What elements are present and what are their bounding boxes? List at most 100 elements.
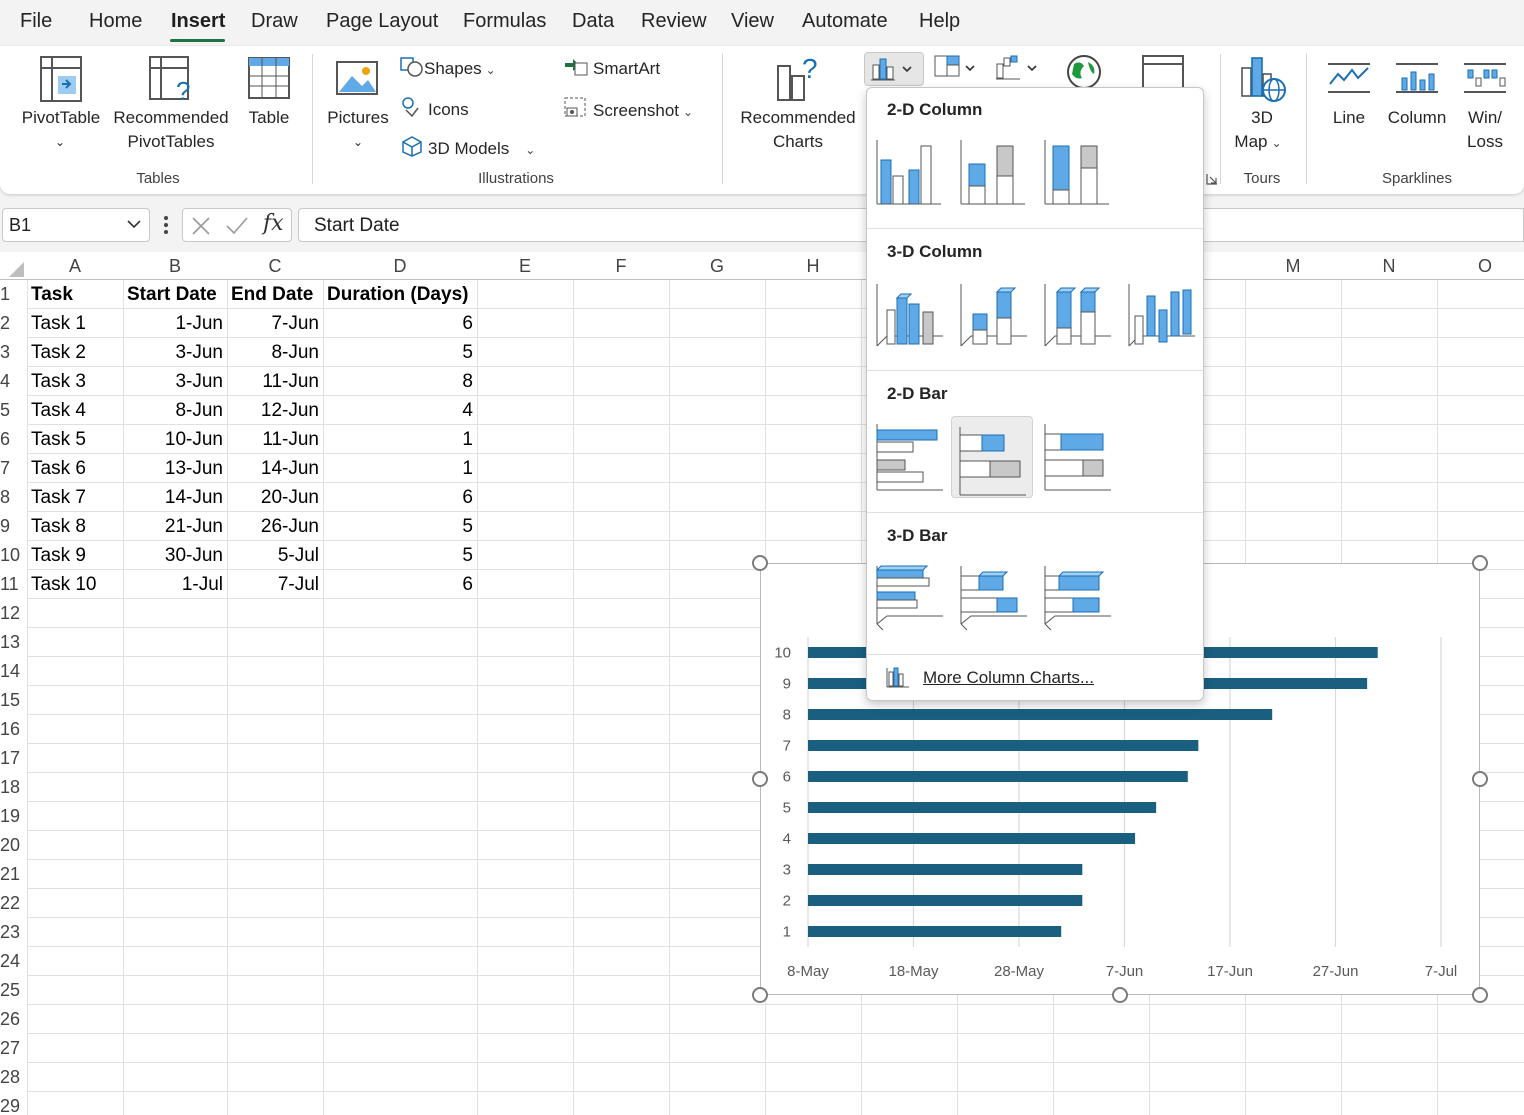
cell[interactable]: 8-Jun [123,396,227,425]
cell[interactable]: 3-Jun [123,338,227,367]
recommended-pivottables-icon[interactable]: ? [146,54,196,106]
column-header[interactable]: G [669,252,765,280]
resize-handle-right[interactable] [1472,771,1488,787]
cell[interactable]: 7-Jun [227,309,323,338]
cell[interactable]: Start Date [123,280,227,309]
row-header[interactable]: 23 [0,918,27,947]
tab-page-layout[interactable]: Page Layout [326,10,438,33]
column-header[interactable]: H [765,252,861,280]
3d-map-line1[interactable]: 3D [1232,106,1292,130]
maps-chart-button[interactable] [1064,52,1104,92]
sparkline-winloss-line1[interactable]: Win/ [1456,106,1514,130]
tab-home[interactable]: Home [89,10,142,33]
chart-bar[interactable] [808,926,1062,937]
column-chart-dropdown-button[interactable] [864,52,924,86]
cell[interactable]: Task 1 [27,309,123,338]
sparkline-winloss-icon[interactable] [1462,58,1508,98]
row-header[interactable]: 1 [0,280,27,309]
row-header[interactable]: 4 [0,367,27,396]
cell[interactable]: 14-Jun [227,454,323,483]
tab-view[interactable]: View [731,10,774,33]
cell[interactable]: 12-Jun [227,396,323,425]
cell[interactable]: Task 10 [27,570,123,599]
row-header[interactable]: 26 [0,1005,27,1034]
row-header[interactable]: 3 [0,338,27,367]
cell[interactable]: 8 [323,367,477,396]
3d-clustered-column-option[interactable] [873,272,949,352]
100-stacked-bar-option[interactable] [1041,416,1117,496]
tab-file[interactable]: File [20,10,52,33]
cell[interactable]: 11-Jun [227,367,323,396]
row-header[interactable]: 18 [0,773,27,802]
column-header[interactable]: O [1437,252,1524,280]
row-header[interactable]: 11 [0,570,27,599]
sparkline-line-button[interactable]: Line [1318,106,1380,130]
3d-clustered-bar-option[interactable] [873,556,949,636]
row-header[interactable]: 16 [0,715,27,744]
row-header[interactable]: 14 [0,657,27,686]
100-stacked-column-option[interactable] [1041,130,1117,210]
row-header[interactable]: 25 [0,976,27,1005]
row-header[interactable]: 21 [0,860,27,889]
sparkline-column-icon[interactable] [1394,58,1440,98]
shapes-button[interactable]: Shapes ⌄ [400,57,496,79]
chevron-down-icon[interactable] [127,215,141,236]
row-header[interactable]: 28 [0,1063,27,1092]
cell[interactable]: 5 [323,541,477,570]
3d-100-stacked-column-option[interactable] [1041,272,1117,352]
column-header[interactable]: M [1245,252,1341,280]
icons-button[interactable]: Icons [400,96,469,120]
resize-handle-top-right[interactable] [1472,555,1488,571]
row-header[interactable]: 10 [0,541,27,570]
cell[interactable]: 21-Jun [123,512,227,541]
row-header[interactable]: 9 [0,512,27,541]
cell[interactable]: 3-Jun [123,367,227,396]
row-header[interactable]: 29 [0,1092,27,1115]
tab-help[interactable]: Help [919,10,960,33]
cell[interactable]: 1-Jun [123,309,227,338]
cell[interactable]: 5 [323,338,477,367]
pivottable-icon[interactable] [36,54,86,104]
stacked-bar-option[interactable] [951,416,1033,498]
cell[interactable]: 4 [323,396,477,425]
3d-stacked-column-option[interactable] [957,272,1033,352]
resize-handle-left[interactable] [752,771,768,787]
cell[interactable]: Task 3 [27,367,123,396]
sparkline-column-button[interactable]: Column [1380,106,1454,130]
tab-automate[interactable]: Automate [802,10,888,33]
column-header[interactable]: E [477,252,573,280]
more-column-charts-link[interactable]: More Column Charts... [923,668,1094,688]
pictures-button[interactable]: Pictures [324,106,392,130]
3d-models-button[interactable]: 3D Models ⌄ [400,135,535,159]
row-header[interactable]: 2 [0,309,27,338]
tab-insert[interactable]: Insert [171,10,225,33]
chart-bar[interactable] [808,802,1157,813]
cell[interactable]: 10-Jun [123,425,227,454]
pivottable-button[interactable]: PivotTable [18,106,104,130]
tab-formulas[interactable]: Formulas [463,10,546,33]
row-header[interactable]: 13 [0,628,27,657]
sparkline-line-icon[interactable] [1326,58,1372,98]
3d-100-stacked-bar-option[interactable] [1041,556,1117,636]
cancel-icon[interactable] [191,216,211,241]
cell[interactable]: 1 [323,454,477,483]
waterfall-chart-button[interactable] [994,52,1042,86]
row-header[interactable]: 6 [0,425,27,454]
recommended-pivottables-line1[interactable]: Recommended [108,106,234,130]
cell[interactable]: 5-Jul [227,541,323,570]
row-header[interactable]: 5 [0,396,27,425]
chart-bar[interactable] [808,771,1188,782]
cell[interactable]: Duration (Days) [323,280,477,309]
clustered-bar-option[interactable] [873,416,949,496]
chart-bar[interactable] [808,895,1083,906]
cell[interactable]: 7-Jul [227,570,323,599]
cell[interactable]: 1 [323,425,477,454]
column-header[interactable]: B [123,252,227,280]
cell[interactable]: 20-Jun [227,483,323,512]
row-header[interactable]: 27 [0,1034,27,1063]
chart-bar[interactable] [808,740,1199,751]
3d-map-line2[interactable]: Map ⌄ [1228,130,1288,155]
tab-draw[interactable]: Draw [251,10,298,33]
row-header[interactable]: 17 [0,744,27,773]
row-header[interactable]: 19 [0,802,27,831]
